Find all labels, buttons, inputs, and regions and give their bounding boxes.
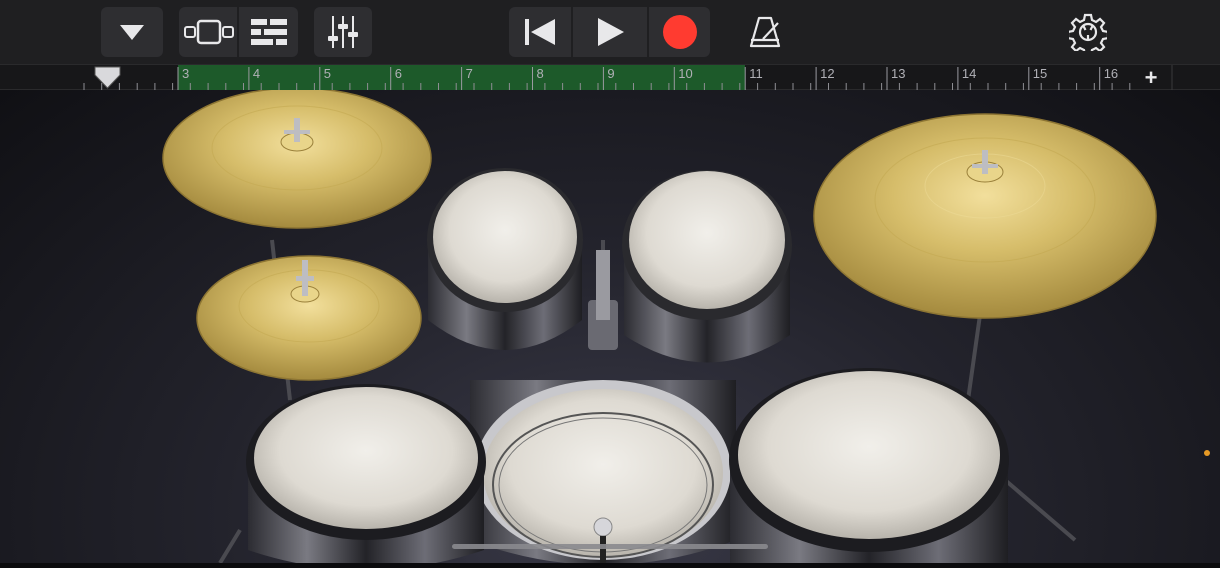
center-tom-mount: [588, 250, 618, 350]
view-toggle-button[interactable]: [179, 7, 237, 57]
bar-number: 3: [182, 66, 189, 81]
bar-number: 16: [1104, 66, 1118, 81]
kick-drum[interactable]: [470, 380, 736, 565]
metronome-icon: [749, 16, 781, 48]
tom-right[interactable]: [622, 170, 792, 363]
bar-number: 11: [749, 66, 763, 81]
go-to-beginning-button[interactable]: [509, 7, 571, 57]
mixer-sliders-icon: [328, 16, 358, 48]
triangle-down-icon: [120, 25, 144, 40]
bar-number: 15: [1033, 66, 1047, 81]
skip-back-icon: [525, 19, 555, 45]
snare-drum[interactable]: [246, 384, 486, 568]
instrument-view-icon: [184, 19, 234, 45]
settings-button[interactable]: [1058, 7, 1118, 57]
floor-tom[interactable]: [729, 368, 1009, 563]
tracks-view-button[interactable]: [239, 7, 298, 57]
ride-cymbal[interactable]: [813, 113, 1157, 319]
playhead-marker[interactable]: [94, 66, 121, 89]
gear-icon: [1069, 13, 1107, 51]
bar-number: 10: [678, 66, 692, 81]
drum-kit-stage: [0, 87, 1220, 568]
metronome-button[interactable]: [735, 7, 795, 57]
record-icon: [662, 15, 697, 49]
crash-cymbal-left[interactable]: [162, 87, 432, 229]
record-button[interactable]: [649, 7, 710, 57]
control-bar: [0, 0, 1220, 64]
bar-number: 14: [962, 66, 976, 81]
bar-number: 5: [324, 66, 331, 81]
add-section-button[interactable]: +: [1145, 65, 1158, 90]
bar-number: 4: [253, 66, 260, 81]
timeline-ruler[interactable]: 3 4 5 6 7 8 9 10 11 12 13 14 15 16 +: [0, 64, 1220, 91]
tom-left[interactable]: [427, 168, 583, 350]
bar-number: 6: [395, 66, 402, 81]
play-icon: [598, 18, 624, 46]
mixer-button[interactable]: [314, 7, 372, 57]
bar-number: 13: [891, 66, 905, 81]
tracks-list-icon: [250, 19, 287, 45]
play-button[interactable]: [573, 7, 647, 57]
bar-number: 8: [537, 66, 544, 81]
bar-number: 7: [466, 66, 473, 81]
activity-indicator: [1204, 450, 1210, 456]
home-indicator: [452, 544, 768, 549]
bar-number: 9: [607, 66, 614, 81]
bar-number: 12: [820, 66, 834, 81]
navigation-menu-button[interactable]: [101, 7, 163, 57]
hi-hat-cymbal[interactable]: [196, 255, 422, 381]
